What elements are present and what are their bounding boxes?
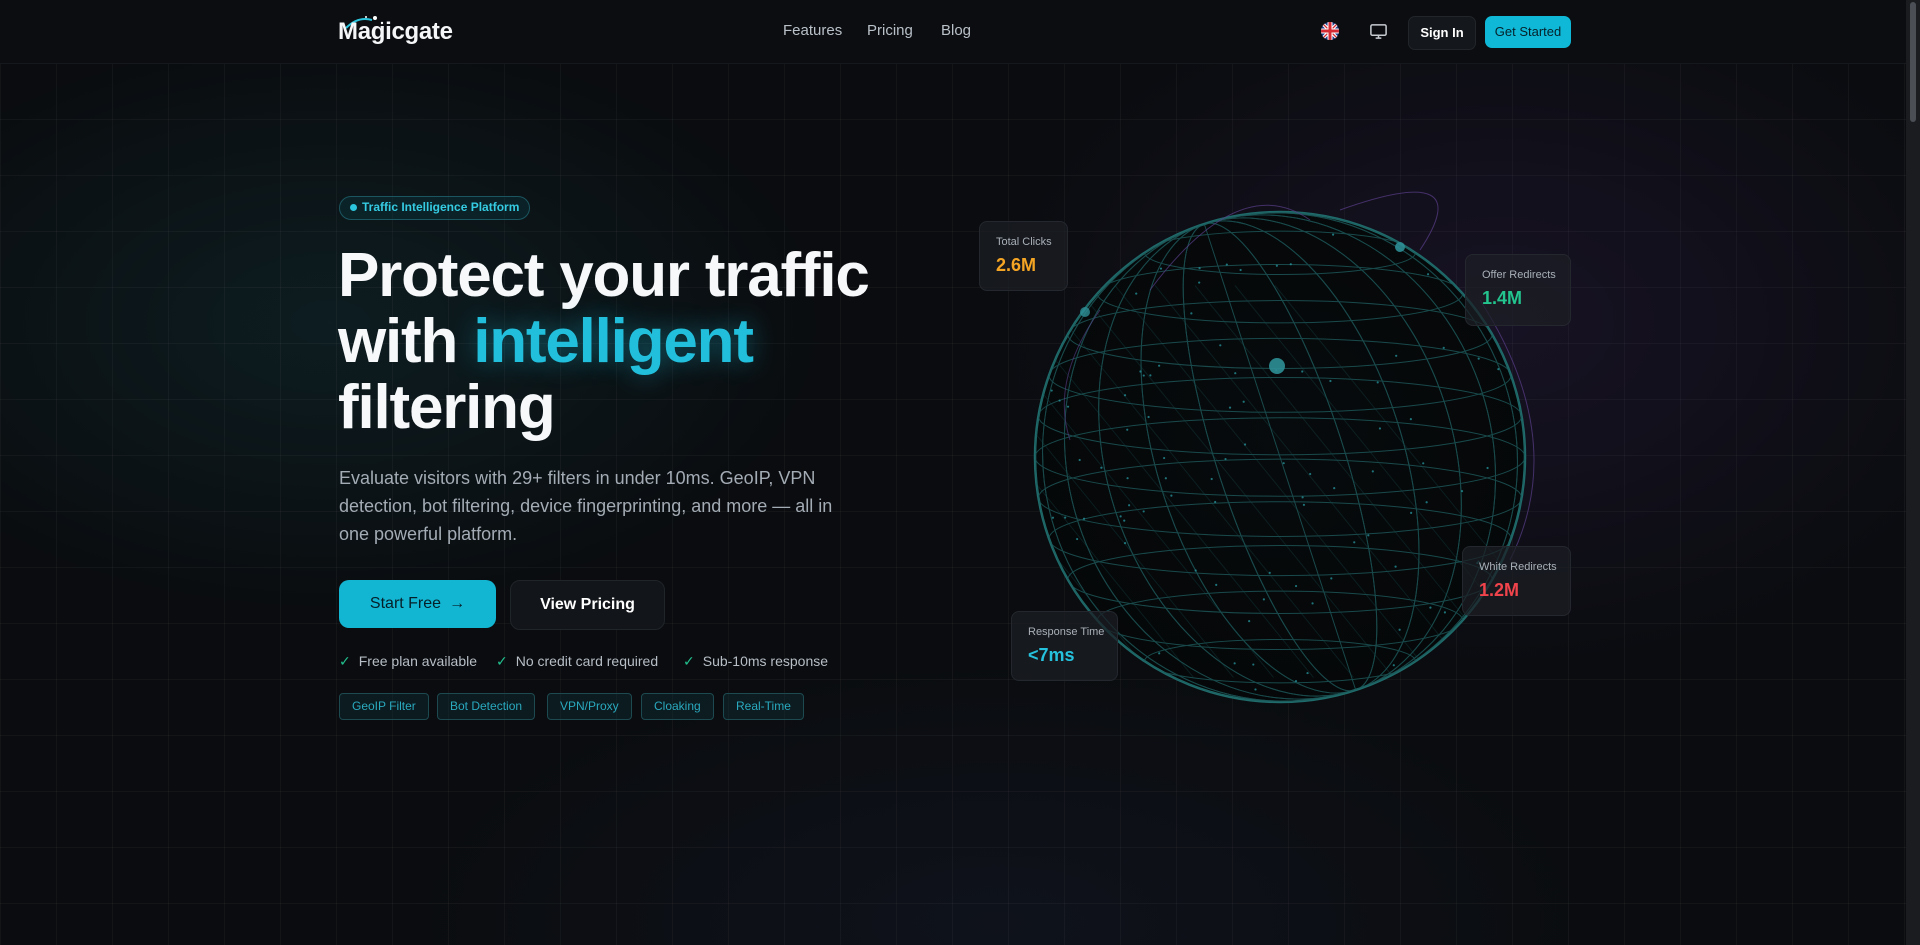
- nav-blog[interactable]: Blog: [941, 22, 971, 39]
- check-item: ✓ Sub-10ms response: [683, 653, 828, 670]
- stat-label: Offer Redirects: [1482, 269, 1556, 281]
- scrollbar-thumb[interactable]: [1910, 2, 1916, 122]
- stat-value: <7ms: [1028, 645, 1075, 665]
- headline-accent: intelligent: [473, 307, 754, 376]
- background-grid: [0, 63, 1906, 945]
- stat-card-white-redirects: White Redirects 1.2M: [1462, 546, 1571, 616]
- stat-label: Total Clicks: [996, 236, 1052, 248]
- check-label: Free plan available: [358, 653, 478, 669]
- stat-value: 2.6M: [996, 255, 1037, 275]
- sign-in-button[interactable]: Sign In: [1408, 16, 1476, 50]
- check-icon: ✓: [496, 653, 508, 669]
- scrollbar[interactable]: [1906, 0, 1920, 945]
- stat-value: 1.2M: [1479, 580, 1520, 600]
- hero-badge: Traffic Intelligence Platform: [339, 196, 531, 220]
- feature-tag: VPN/Proxy: [547, 693, 632, 720]
- monitor-icon[interactable]: [1369, 22, 1388, 41]
- top-navbar: Magicgate Features Pricing Blog Sign In …: [0, 0, 1906, 64]
- hero-headline: Protect your traffic with intelligent fi…: [338, 243, 898, 441]
- feature-tag: Cloaking: [641, 693, 714, 720]
- globe-node: [1269, 358, 1285, 374]
- stat-value: 1.4M: [1482, 288, 1523, 308]
- feature-tag: GeoIP Filter: [339, 693, 429, 720]
- get-started-button[interactable]: Get Started: [1485, 16, 1571, 48]
- stat-label: Response Time: [1028, 626, 1105, 638]
- nav-pricing[interactable]: Pricing: [867, 22, 913, 39]
- start-free-button[interactable]: Start Free →: [339, 580, 496, 628]
- check-item: ✓ No credit card required: [496, 653, 658, 670]
- badge-dot-icon: [350, 204, 357, 211]
- logo[interactable]: Magicgate: [338, 18, 453, 46]
- stat-card-offer-redirects: Offer Redirects 1.4M: [1465, 254, 1571, 326]
- check-icon: ✓: [683, 653, 695, 669]
- globe-node: [1395, 242, 1405, 252]
- headline-part2: filtering: [338, 373, 556, 442]
- check-label: Sub-10ms response: [702, 653, 829, 669]
- start-free-label: Start Free: [369, 595, 442, 612]
- check-label: No credit card required: [515, 653, 659, 669]
- feature-tag: Real-Time: [723, 693, 804, 720]
- stat-card-total-clicks: Total Clicks 2.6M: [979, 221, 1068, 291]
- feature-tag: Bot Detection: [437, 693, 536, 720]
- globe-node: [1080, 307, 1090, 317]
- check-icon: ✓: [339, 653, 351, 669]
- check-item: ✓ Free plan available: [339, 653, 477, 670]
- stat-card-response-time: Response Time <7ms: [1011, 611, 1118, 681]
- stat-label: White Redirects: [1479, 561, 1557, 573]
- badge-label: Traffic Intelligence Platform: [362, 200, 520, 214]
- nav-features[interactable]: Features: [783, 22, 842, 39]
- hero-subtext: Evaluate visitors with 29+ filters in un…: [339, 468, 833, 544]
- view-pricing-button[interactable]: View Pricing: [510, 580, 665, 630]
- uk-flag-icon[interactable]: [1321, 22, 1339, 40]
- arrow-right-icon: →: [449, 595, 466, 612]
